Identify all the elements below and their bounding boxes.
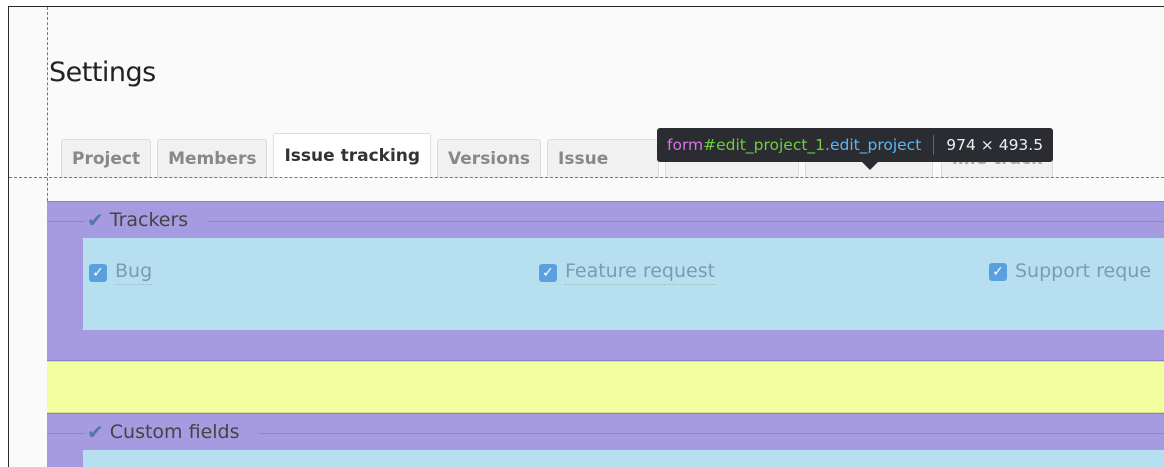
inspector-tooltip: form #edit_project_1 .edit_project 974 × 4… <box>657 128 1054 162</box>
tab-members[interactable]: Members <box>157 139 268 178</box>
trackers-legend-label: Trackers <box>109 209 189 231</box>
custom-fields-fieldset: ✔ Custom fields <box>47 413 1164 467</box>
checkbox-checked-icon[interactable]: ✓ <box>89 263 107 282</box>
tab-issue-categories[interactable]: Issue <box>547 139 660 178</box>
tooltip-class: .edit_project <box>825 136 922 154</box>
browser-viewport: Settings Project Members Issue tracking … <box>8 6 1164 467</box>
custom-fields-legend-label: Custom fields <box>109 421 240 443</box>
tooltip-separator <box>933 135 935 155</box>
edit-project-form: ✔ Trackers ✓ Bug ✓ Feature request ✓ Sup… <box>47 201 1164 467</box>
tooltip-id: #edit_project_1 <box>703 136 826 154</box>
legend-line-left <box>47 221 85 222</box>
custom-fields-legend[interactable]: ✔ Custom fields <box>87 420 240 444</box>
tracker-feature-request[interactable]: ✓ Feature request <box>539 260 716 285</box>
tracker-bug[interactable]: ✓ Bug <box>89 260 153 285</box>
legend-line-left <box>47 433 85 434</box>
checkbox-checked-icon[interactable]: ✓ <box>989 263 1007 281</box>
tracker-label: Bug <box>115 260 153 285</box>
tracker-label: Feature request <box>565 260 716 285</box>
custom-fields-content <box>83 450 1164 467</box>
tracker-label: Support reque <box>1015 260 1152 282</box>
tab-issue-tracking[interactable]: Issue tracking <box>273 133 432 178</box>
tooltip-arrow <box>862 162 878 170</box>
tab-project[interactable]: Project <box>61 139 152 178</box>
tooltip-tag: form <box>667 136 704 154</box>
page-title: Settings <box>49 57 156 88</box>
checkbox-checked-icon[interactable]: ✓ <box>539 263 557 282</box>
fieldset-gap <box>47 361 1164 413</box>
check-icon: ✔ <box>87 208 104 232</box>
trackers-fieldset: ✔ Trackers ✓ Bug ✓ Feature request ✓ Sup… <box>47 201 1164 361</box>
legend-line-right <box>259 433 1164 434</box>
inspector-guide-horizontal <box>9 177 1164 178</box>
check-icon: ✔ <box>87 420 104 444</box>
tab-versions[interactable]: Versions <box>437 139 542 178</box>
tooltip-dimensions: 974 × 493.5 <box>946 136 1044 154</box>
tracker-support-request[interactable]: ✓ Support reque <box>989 260 1151 284</box>
trackers-legend[interactable]: ✔ Trackers <box>87 208 188 232</box>
legend-line-right <box>207 221 1164 222</box>
